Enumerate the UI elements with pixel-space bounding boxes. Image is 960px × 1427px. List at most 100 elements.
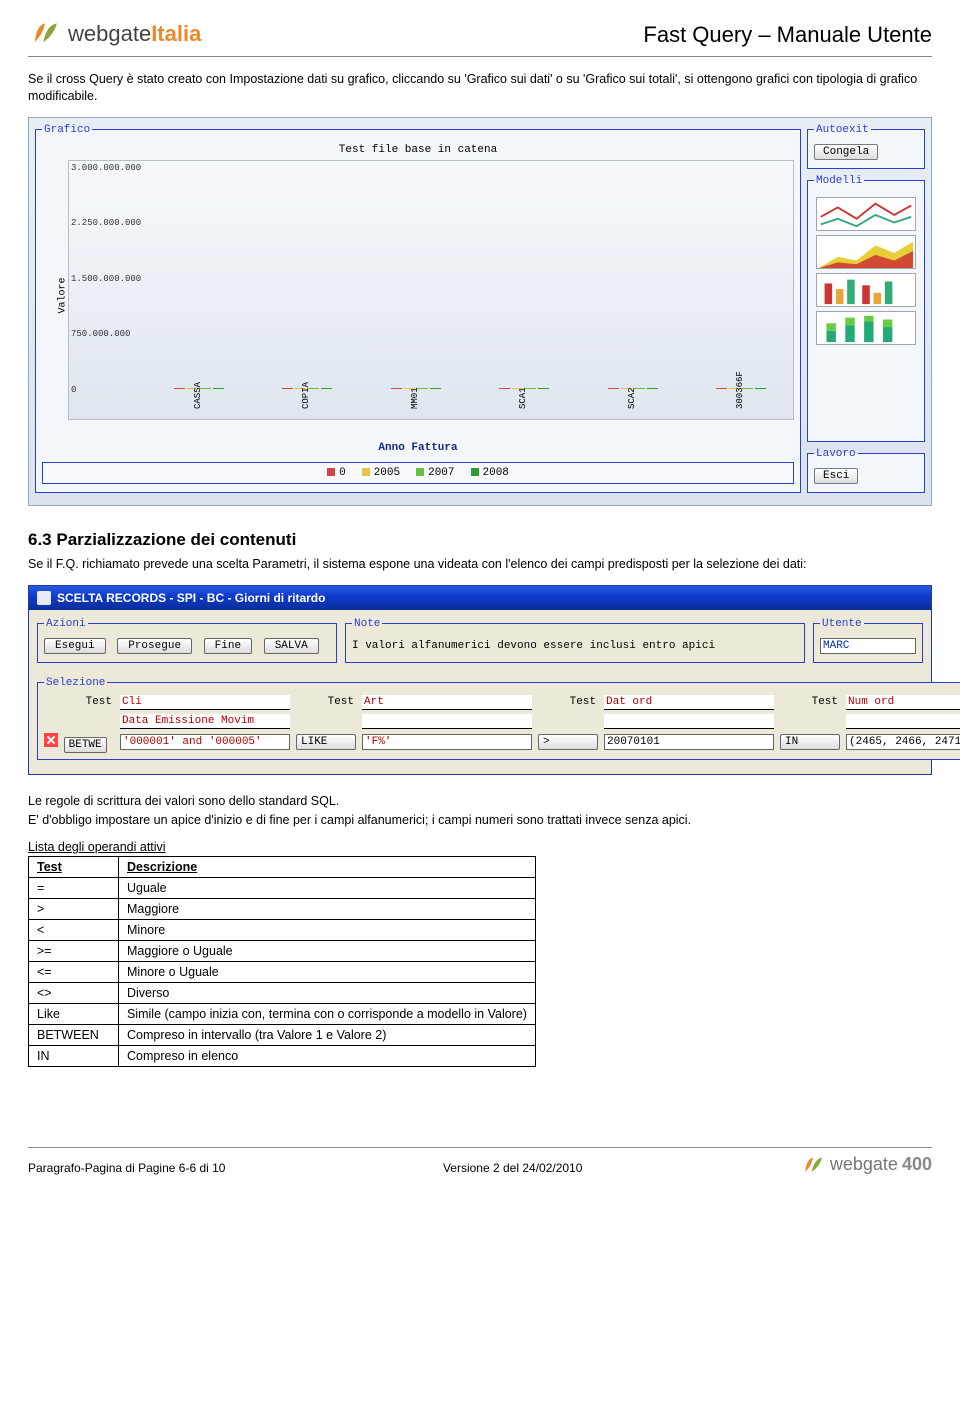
bar — [174, 388, 185, 389]
bar — [755, 388, 766, 389]
col-test-label-4: Test — [780, 696, 840, 708]
bar — [716, 388, 727, 389]
chart-model-thumb-stacked[interactable] — [816, 311, 916, 345]
bar — [282, 388, 293, 389]
utente-field[interactable] — [820, 638, 916, 654]
x-tick: SCA1 — [518, 387, 528, 409]
op-descr: Compreso in intervallo (tra Valore 1 e V… — [119, 1025, 536, 1046]
operands-table: Test Descrizione =Uguale>Maggiore<Minore… — [28, 856, 536, 1067]
op-descr: Diverso — [119, 983, 536, 1004]
selezione-legend: Selezione — [44, 677, 107, 689]
op-test: BETWEEN — [29, 1025, 119, 1046]
table-row: LikeSimile (campo inizia con, termina co… — [29, 1004, 536, 1025]
table-row: =Uguale — [29, 878, 536, 899]
y-tick: 0 — [71, 385, 76, 395]
x-tick: MM01 — [410, 387, 420, 409]
footer-left: Paragrafo-Pagina di Pagine 6-6 di 10 — [28, 1161, 225, 1175]
op-test: = — [29, 878, 119, 899]
cli-extra[interactable] — [120, 714, 290, 729]
y-tick: 1.500.000.000 — [71, 274, 141, 284]
legend-item: 2007 — [416, 467, 454, 479]
op-test: < — [29, 920, 119, 941]
op-descr: Minore — [119, 920, 536, 941]
op-test: IN — [29, 1046, 119, 1067]
modelli-legend: Modelli — [814, 175, 864, 187]
numord-val[interactable] — [846, 734, 960, 750]
cli-val[interactable] — [120, 734, 290, 750]
leaf-icon — [800, 1155, 826, 1175]
bar — [538, 388, 549, 389]
col-test-label-1: Test — [44, 696, 114, 708]
y-axis-label: Valore — [58, 277, 69, 313]
footer-logo: webgate400 — [800, 1154, 932, 1175]
op-test: > — [29, 899, 119, 920]
page-header: webgateItalia Fast Query – Manuale Utent… — [28, 20, 932, 54]
op-descr: Maggiore — [119, 899, 536, 920]
grafico-legend: Grafico — [42, 124, 92, 136]
numord-extra[interactable] — [846, 714, 960, 729]
art-name[interactable] — [362, 695, 532, 710]
bar — [321, 388, 332, 389]
numord-name[interactable] — [846, 695, 960, 710]
delete-row-icon[interactable] — [44, 733, 58, 747]
congela-button[interactable]: Congela — [814, 144, 878, 160]
y-tick: 2.250.000.000 — [71, 218, 141, 228]
selezione-fieldset: Selezione Test Test Test Test — [37, 677, 960, 760]
art-op[interactable]: LIKE — [296, 734, 356, 750]
para-sql-std: Le regole di scrittura dei valori sono d… — [28, 793, 932, 810]
op-descr: Minore o Uguale — [119, 962, 536, 983]
footer-brand-a: webgate — [830, 1154, 898, 1175]
bar — [391, 388, 402, 389]
op-test: <= — [29, 962, 119, 983]
chart-model-thumb-line[interactable] — [816, 197, 916, 231]
x-tick: COPIA — [301, 382, 311, 409]
datord-op[interactable]: > — [538, 734, 598, 750]
y-tick: 750.000.000 — [71, 329, 130, 339]
art-extra[interactable] — [362, 714, 532, 729]
datord-val[interactable] — [604, 734, 774, 750]
cli-op[interactable]: BETWE — [64, 737, 107, 753]
datord-name[interactable] — [604, 695, 774, 710]
cli-name[interactable] — [120, 695, 290, 710]
esci-button[interactable]: Esci — [814, 468, 858, 484]
table-row: INCompreso in elenco — [29, 1046, 536, 1067]
op-test: >= — [29, 941, 119, 962]
table-row: <Minore — [29, 920, 536, 941]
op-test: <> — [29, 983, 119, 1004]
table-row: BETWEENCompreso in intervallo (tra Valor… — [29, 1025, 536, 1046]
footer-brand-b: 400 — [902, 1154, 932, 1175]
table-row: <>Diverso — [29, 983, 536, 1004]
chart-title: Test file base in catena — [42, 144, 794, 156]
legend-item: 0 — [327, 467, 346, 479]
numord-op[interactable]: IN — [780, 734, 840, 750]
chart-model-thumb-bar[interactable] — [816, 273, 916, 307]
esegui-button[interactable]: Esegui — [44, 638, 106, 654]
grafico-fieldset: Grafico Test file base in catena Valore … — [35, 124, 801, 493]
datord-extra[interactable] — [604, 714, 774, 729]
op-descr: Compreso in elenco — [119, 1046, 536, 1067]
chart-model-thumb-area[interactable] — [816, 235, 916, 269]
brand-logo: webgateItalia — [28, 20, 201, 48]
note-fieldset: Note I valori alfanumerici devono essere… — [345, 618, 805, 663]
op-test: Like — [29, 1004, 119, 1025]
legend-item: 2008 — [471, 467, 509, 479]
chart-application-panel: Grafico Test file base in catena Valore … — [28, 117, 932, 506]
chart-legend: 0 2005 2007 2008 — [42, 462, 794, 484]
col-test-label-2: Test — [296, 696, 356, 708]
header-rule — [28, 56, 932, 57]
prosegue-button[interactable]: Prosegue — [117, 638, 192, 654]
art-val[interactable] — [362, 734, 532, 750]
utente-fieldset: Utente — [813, 618, 923, 663]
fine-button[interactable]: Fine — [204, 638, 252, 654]
legend-item: 2005 — [362, 467, 400, 479]
table-row: <=Minore o Uguale — [29, 962, 536, 983]
salva-button[interactable]: SALVA — [264, 638, 319, 654]
autoexit-legend: Autoexit — [814, 124, 871, 136]
utente-legend: Utente — [820, 618, 864, 630]
ops-th-descr: Descrizione — [119, 857, 536, 878]
azioni-fieldset: Azioni Esegui Prosegue Fine SALVA — [37, 618, 337, 663]
op-descr: Uguale — [119, 878, 536, 899]
document-title: Fast Query – Manuale Utente — [643, 22, 932, 48]
section-6-3-para: Se il F.Q. richiamato prevede una scelta… — [28, 556, 932, 573]
leaf-icon — [28, 20, 62, 48]
